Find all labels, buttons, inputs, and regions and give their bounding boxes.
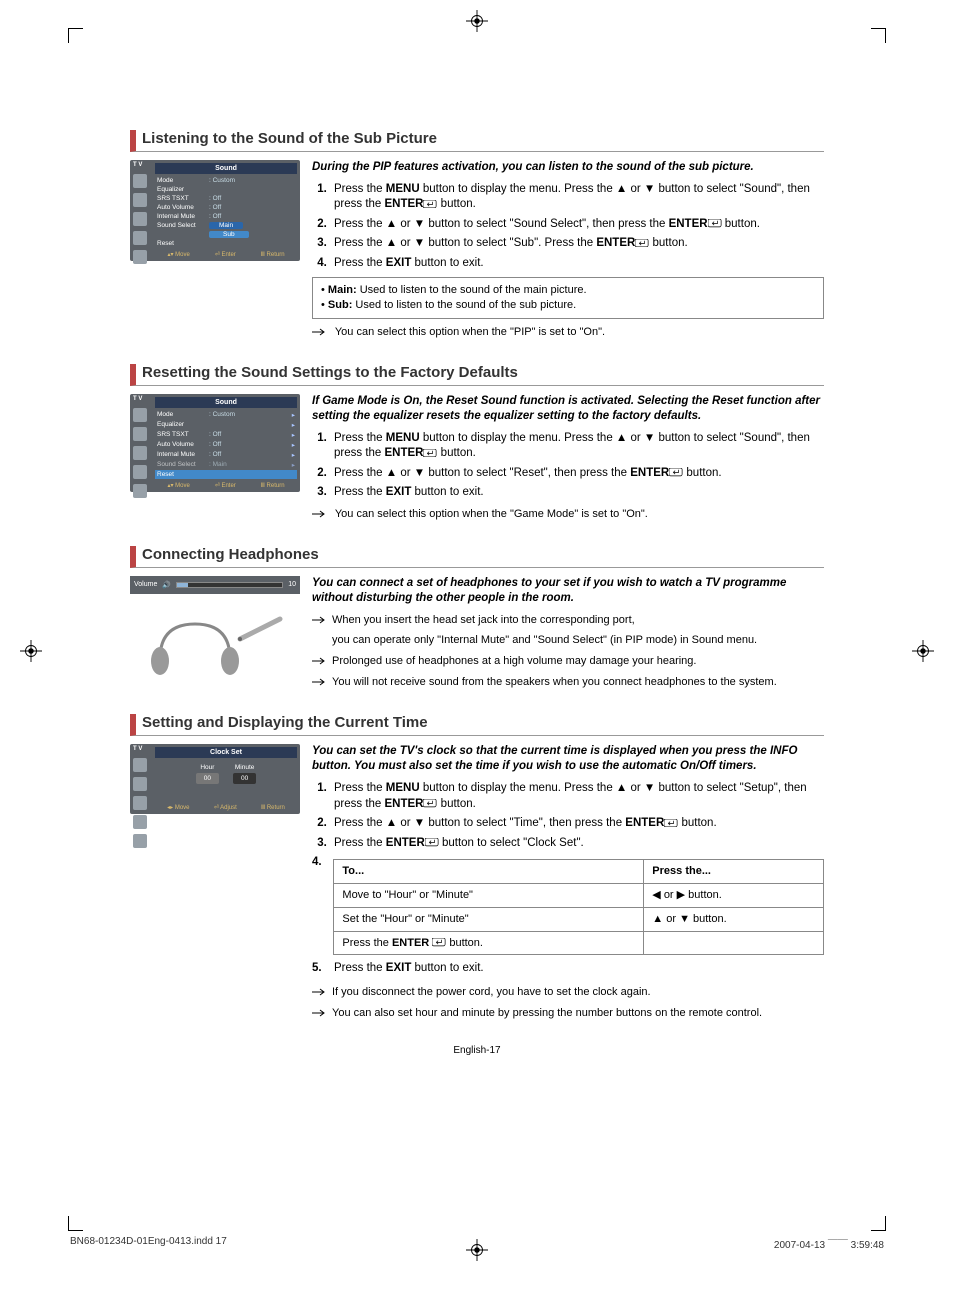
note-arrow-icon [312, 985, 332, 1000]
section-intro: You can connect a set of headphones to y… [312, 576, 824, 607]
speaker-icon: 🔊 [162, 581, 171, 589]
enter-icon [664, 819, 678, 828]
section-title: Setting and Displaying the Current Time [130, 714, 824, 736]
info-line: Sub: Used to listen to the sound of the … [321, 298, 815, 313]
crop-mark [68, 28, 83, 43]
osd-thumbnail: T VSoundMode: CustomEqualizerSRS TSXT: O… [130, 160, 300, 340]
note-text: You can select this option when the "PIP… [335, 326, 605, 338]
enter-icon [669, 468, 683, 477]
headphone-illustration: Volume 🔊 10 [130, 576, 300, 690]
note: you can operate only "Internal Mute" and… [312, 633, 824, 648]
note-arrow-icon [312, 613, 332, 628]
section-title: Connecting Headphones [130, 546, 824, 568]
section-clock: Setting and Displaying the Current Time … [130, 714, 824, 1021]
enter-icon [635, 239, 649, 248]
crop-mark [871, 28, 886, 43]
note-arrow-icon [312, 654, 332, 669]
enter-icon [432, 938, 446, 947]
enter-icon [423, 200, 437, 209]
enter-icon [423, 799, 437, 808]
section-sub-picture-sound: Listening to the Sound of the Sub Pictur… [130, 130, 824, 340]
step-item: Press the MENU button to display the men… [330, 781, 824, 812]
registration-mark-icon [912, 640, 934, 662]
osd-thumbnail: T VClock Set Hour00 Minute00 ◂▸ Move⏎ Ad… [130, 744, 300, 1021]
table-row: Set the "Hour" or "Minute"▲ or ▼ button. [334, 907, 824, 931]
step-item: Press the ▲ or ▼ button to select "Reset… [330, 466, 824, 482]
step-item: Press the ▲ or ▼ button to select "Sub".… [330, 236, 824, 252]
section-reset-sound: Resetting the Sound Settings to the Fact… [130, 364, 824, 522]
section-intro: During the PIP features activation, you … [312, 160, 824, 176]
crop-mark [871, 1216, 886, 1231]
footer-date: 2007-04-13 ￣￣ 3:59:48 [774, 1236, 884, 1251]
table-row: Press the ENTER button. [334, 931, 824, 955]
note-arrow-icon [312, 1006, 332, 1021]
note: If you disconnect the power cord, you ha… [312, 985, 824, 1000]
osd-thumbnail: T VSoundMode: Custom▸Equalizer▸SRS TSXT:… [130, 394, 300, 522]
page-number: English-17 [130, 1045, 824, 1056]
step-number: 5. [312, 961, 326, 977]
note-arrow-icon [312, 325, 332, 340]
step-item: Press the MENU button to display the men… [330, 431, 824, 462]
step-item: Press the EXIT button to exit. [330, 256, 824, 272]
section-intro: If Game Mode is On, the Reset Sound func… [312, 394, 824, 425]
volume-label: Volume [134, 581, 157, 588]
info-box: Main: Used to listen to the sound of the… [312, 277, 824, 319]
note-arrow-icon [312, 507, 332, 522]
note-text: You can select this option when the "Gam… [335, 508, 648, 520]
section-intro: You can set the TV's clock so that the c… [312, 744, 824, 775]
step-item: Press the MENU button to display the men… [330, 182, 824, 213]
section-title: Listening to the Sound of the Sub Pictur… [130, 130, 824, 152]
crop-mark [68, 1216, 83, 1231]
note: You will not receive sound from the spea… [312, 675, 824, 690]
volume-bar: Volume 🔊 10 [130, 576, 300, 594]
note: You can also set hour and minute by pres… [312, 1006, 824, 1021]
step-number: 4. [312, 855, 325, 955]
note: When you insert the head set jack into t… [312, 613, 824, 628]
note: Prolonged use of headphones at a high vo… [312, 654, 824, 669]
registration-mark-icon [466, 10, 488, 32]
section-headphones: Connecting Headphones Volume 🔊 10 [130, 546, 824, 690]
headphone-icon [130, 604, 300, 684]
table-header: Press the... [644, 860, 824, 884]
enter-icon [708, 219, 722, 228]
enter-icon [425, 838, 439, 847]
volume-value: 10 [288, 581, 296, 588]
step-item: Press the ▲ or ▼ button to select "Sound… [330, 217, 824, 233]
enter-icon [423, 449, 437, 458]
table-header: To... [334, 860, 644, 884]
table-row: Move to "Hour" or "Minute"◀ or ▶ button. [334, 883, 824, 907]
registration-mark-icon [20, 640, 42, 662]
section-title: Resetting the Sound Settings to the Fact… [130, 364, 824, 386]
step-text: Press the EXIT button to exit. [334, 961, 484, 977]
note-arrow-icon [312, 675, 332, 690]
step-item: Press the ENTER button to select "Clock … [330, 836, 824, 852]
step-item: Press the EXIT button to exit. [330, 485, 824, 501]
clockset-table: To...Press the... Move to "Hour" or "Min… [333, 859, 824, 955]
print-footer: BN68-01234D-01Eng-0413.indd 17 2007-04-1… [70, 1236, 884, 1251]
info-line: Main: Used to listen to the sound of the… [321, 283, 815, 298]
note: You can select this option when the "PIP… [312, 325, 824, 340]
footer-file: BN68-01234D-01Eng-0413.indd 17 [70, 1236, 227, 1251]
note: You can select this option when the "Gam… [312, 507, 824, 522]
step-item: Press the ▲ or ▼ button to select "Time"… [330, 816, 824, 832]
